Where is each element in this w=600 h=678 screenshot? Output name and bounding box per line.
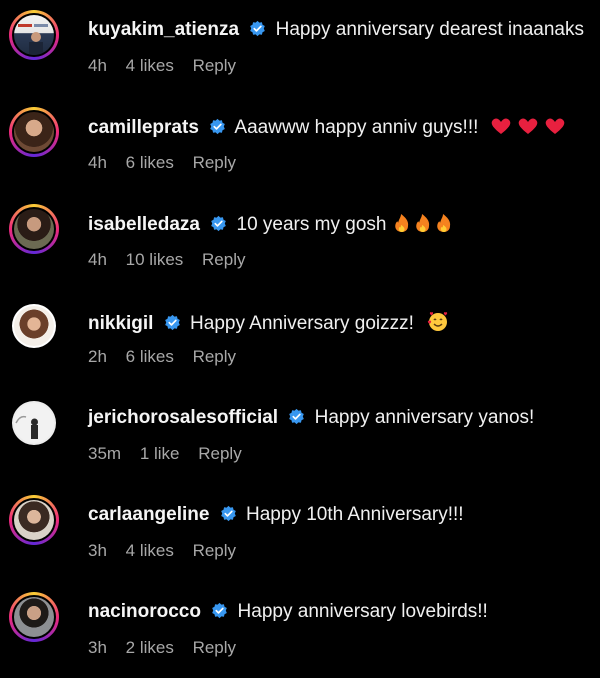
username[interactable]: nacinorocco [88,601,201,622]
comment-body: isabelledaza 10 years my gosh [88,213,456,239]
verified-badge-icon [210,118,225,135]
fire-icon [416,214,429,232]
comment-body: carlaangeline Happy 10th Anniversary!!! [88,504,464,526]
comment-time: 4h [88,56,107,75]
comment-item: isabelledaza 10 years my gosh 4h 10 like… [0,194,600,290]
reply-button[interactable]: Reply [193,541,236,560]
username[interactable]: kuyakim_atienza [88,19,239,40]
reply-button[interactable]: Reply [193,638,236,657]
fire-icon [395,214,408,232]
comment-time: 2h [88,347,107,366]
comment-likes[interactable]: 4 likes [126,56,174,75]
comment-text: Happy 10th Anniversary!!! [246,504,464,525]
comment-meta: 4h 6 likes Reply [88,153,250,173]
comment-likes[interactable]: 6 likes [126,347,174,366]
comment-body: camilleprats Aaawww happy anniv guys!!! [88,116,568,142]
red-heart-icon [545,118,564,134]
avatar [12,498,56,542]
verified-badge-icon [164,314,180,331]
comment-item: nikkigil Happy Anniversary goizzz! 2h 6 … [0,291,600,387]
verified-badge-icon [211,215,227,232]
username[interactable]: carlaangeline [88,504,209,525]
reply-button[interactable]: Reply [198,444,241,463]
avatar [12,401,56,445]
avatar-container[interactable] [9,398,59,448]
comment-time: 4h [88,250,107,269]
comment-text: Happy anniversary yanos! [314,407,535,428]
comment-item: jerichorosalesofficial Happy anniversary… [0,388,600,484]
avatar [12,110,56,154]
avatar-story-ring[interactable] [9,107,59,157]
avatar [12,595,56,639]
username[interactable]: camilleprats [88,117,199,138]
comment-meta: 4h 10 likes Reply [88,250,260,270]
avatar-story-ring[interactable] [9,10,59,60]
comment-meta: 3h 2 likes Reply [88,638,250,658]
username[interactable]: isabelledaza [88,214,200,235]
avatar [12,13,56,57]
comment-item: carlaangeline Happy 10th Anniversary!!! … [0,485,600,581]
comment-body: kuyakim_atienza Happy anniversary deares… [88,19,584,41]
fire-icon [437,214,450,232]
comment-text: Happy anniversary lovebirds!! [237,601,488,622]
comment-likes[interactable]: 10 likes [126,250,184,269]
comment-item: kuyakim_atienza Happy anniversary deares… [0,0,600,96]
comment-item: camilleprats Aaawww happy anniv guys!!! … [0,97,600,193]
comment-time: 3h [88,638,107,657]
comment-meta: 3h 4 likes Reply [88,541,250,561]
hearts-emoji [488,116,568,142]
comment-item: nacinorocco Happy anniversary lovebirds!… [0,582,600,678]
fires-emoji [392,213,456,239]
verified-badge-icon [289,408,305,425]
avatar-container[interactable] [9,301,59,351]
comment-time: 3h [88,541,107,560]
username[interactable]: jerichorosalesofficial [88,407,278,428]
comment-time: 4h [88,153,107,172]
comment-body: nikkigil Happy Anniversary goizzz! [88,310,449,338]
verified-badge-icon [250,20,266,37]
comment-likes[interactable]: 6 likes [126,153,174,172]
reply-button[interactable]: Reply [202,250,245,269]
comment-body: nacinorocco Happy anniversary lovebirds!… [88,601,488,623]
avatar [12,207,56,251]
verified-badge-icon [212,602,228,619]
avatar-story-ring[interactable] [9,204,59,254]
comment-text: 10 years my gosh [236,214,387,235]
red-heart-icon [518,118,537,134]
comment-text: Happy anniversary dearest inaanaks [275,19,584,40]
comment-time: 35m [88,444,122,463]
comment-meta: 35m 1 like Reply [88,444,256,464]
avatar-story-ring[interactable] [9,592,59,642]
verified-badge-icon [220,505,236,522]
comment-likes[interactable]: 1 like [140,444,180,463]
username[interactable]: nikkigil [88,313,153,334]
comment-body: jerichorosalesofficial Happy anniversary… [88,407,534,429]
comment-meta: 4h 4 likes Reply [88,56,250,76]
reply-button[interactable]: Reply [193,56,236,75]
avatar [12,304,56,348]
comment-meta: 2h 6 likes Reply [88,347,250,367]
reply-button[interactable]: Reply [193,347,236,366]
comment-text: Aaawww happy anniv guys!!! [234,117,479,138]
avatar-story-ring[interactable] [9,495,59,545]
comment-text: Happy Anniversary goizzz! [190,313,414,334]
comment-likes[interactable]: 2 likes [126,638,174,657]
reply-button[interactable]: Reply [193,153,236,172]
red-heart-icon [491,118,510,134]
comment-likes[interactable]: 4 likes [126,541,174,560]
smiling-face-with-hearts-icon [427,310,449,338]
